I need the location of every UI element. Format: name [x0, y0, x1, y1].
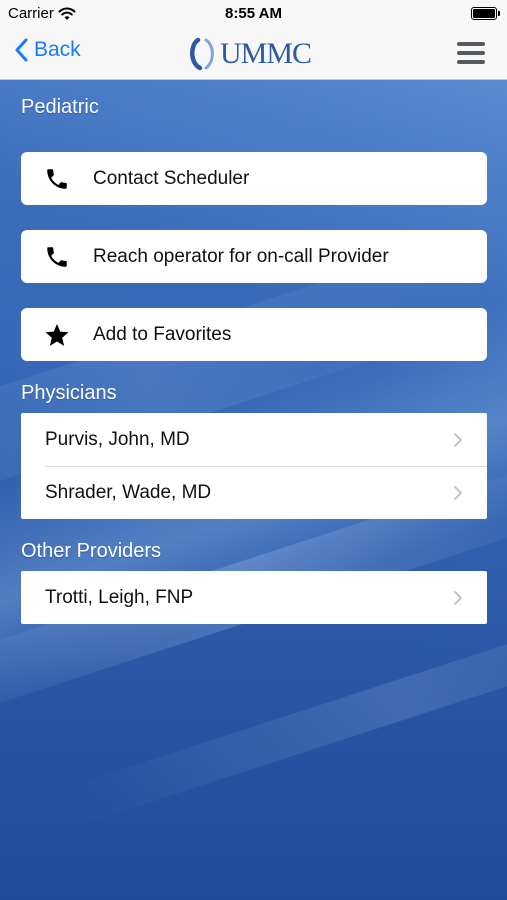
menu-button[interactable]: [457, 42, 485, 64]
physicians-header: Physicians: [21, 382, 117, 404]
chevron-right-icon: [454, 432, 462, 447]
provider-name: Trotti, Leigh, FNP: [45, 586, 194, 608]
action-label: Reach operator for on-call Provider: [93, 245, 389, 267]
status-bar: Carrier 8:55 AM: [0, 0, 507, 28]
contact-scheduler-button[interactable]: Contact Scheduler: [21, 152, 487, 205]
physicians-list: Purvis, John, MD Shrader, Wade, MD: [21, 413, 487, 519]
chevron-left-icon: [15, 38, 28, 62]
other-providers-header: Other Providers: [21, 540, 162, 562]
physician-name: Purvis, John, MD: [45, 428, 190, 450]
navigation-bar: Back UMMC: [0, 28, 507, 80]
logo-text: UMMC: [220, 37, 312, 70]
page-title: Pediatric: [21, 96, 99, 118]
reach-operator-button[interactable]: Reach operator for on-call Provider: [21, 230, 487, 283]
battery-icon: [471, 7, 500, 20]
other-providers-list: Trotti, Leigh, FNP: [21, 571, 487, 624]
physician-row[interactable]: Shrader, Wade, MD: [21, 466, 487, 519]
phone-icon: [21, 166, 93, 192]
hamburger-icon: [457, 42, 485, 46]
add-to-favorites-button[interactable]: Add to Favorites: [21, 308, 487, 361]
ummc-logo: UMMC: [188, 36, 320, 72]
provider-row[interactable]: Trotti, Leigh, FNP: [21, 571, 487, 624]
back-button[interactable]: Back: [14, 38, 81, 62]
chevron-right-icon: [454, 590, 462, 605]
logo-mark-icon: [190, 37, 214, 71]
action-label: Contact Scheduler: [93, 167, 250, 189]
back-label: Back: [34, 38, 81, 61]
physician-row[interactable]: Purvis, John, MD: [21, 413, 487, 466]
status-time: 8:55 AM: [225, 5, 282, 22]
physician-name: Shrader, Wade, MD: [45, 481, 212, 503]
phone-icon: [21, 244, 93, 270]
chevron-right-icon: [454, 485, 462, 500]
star-icon: [21, 322, 93, 348]
action-label: Add to Favorites: [93, 323, 232, 345]
